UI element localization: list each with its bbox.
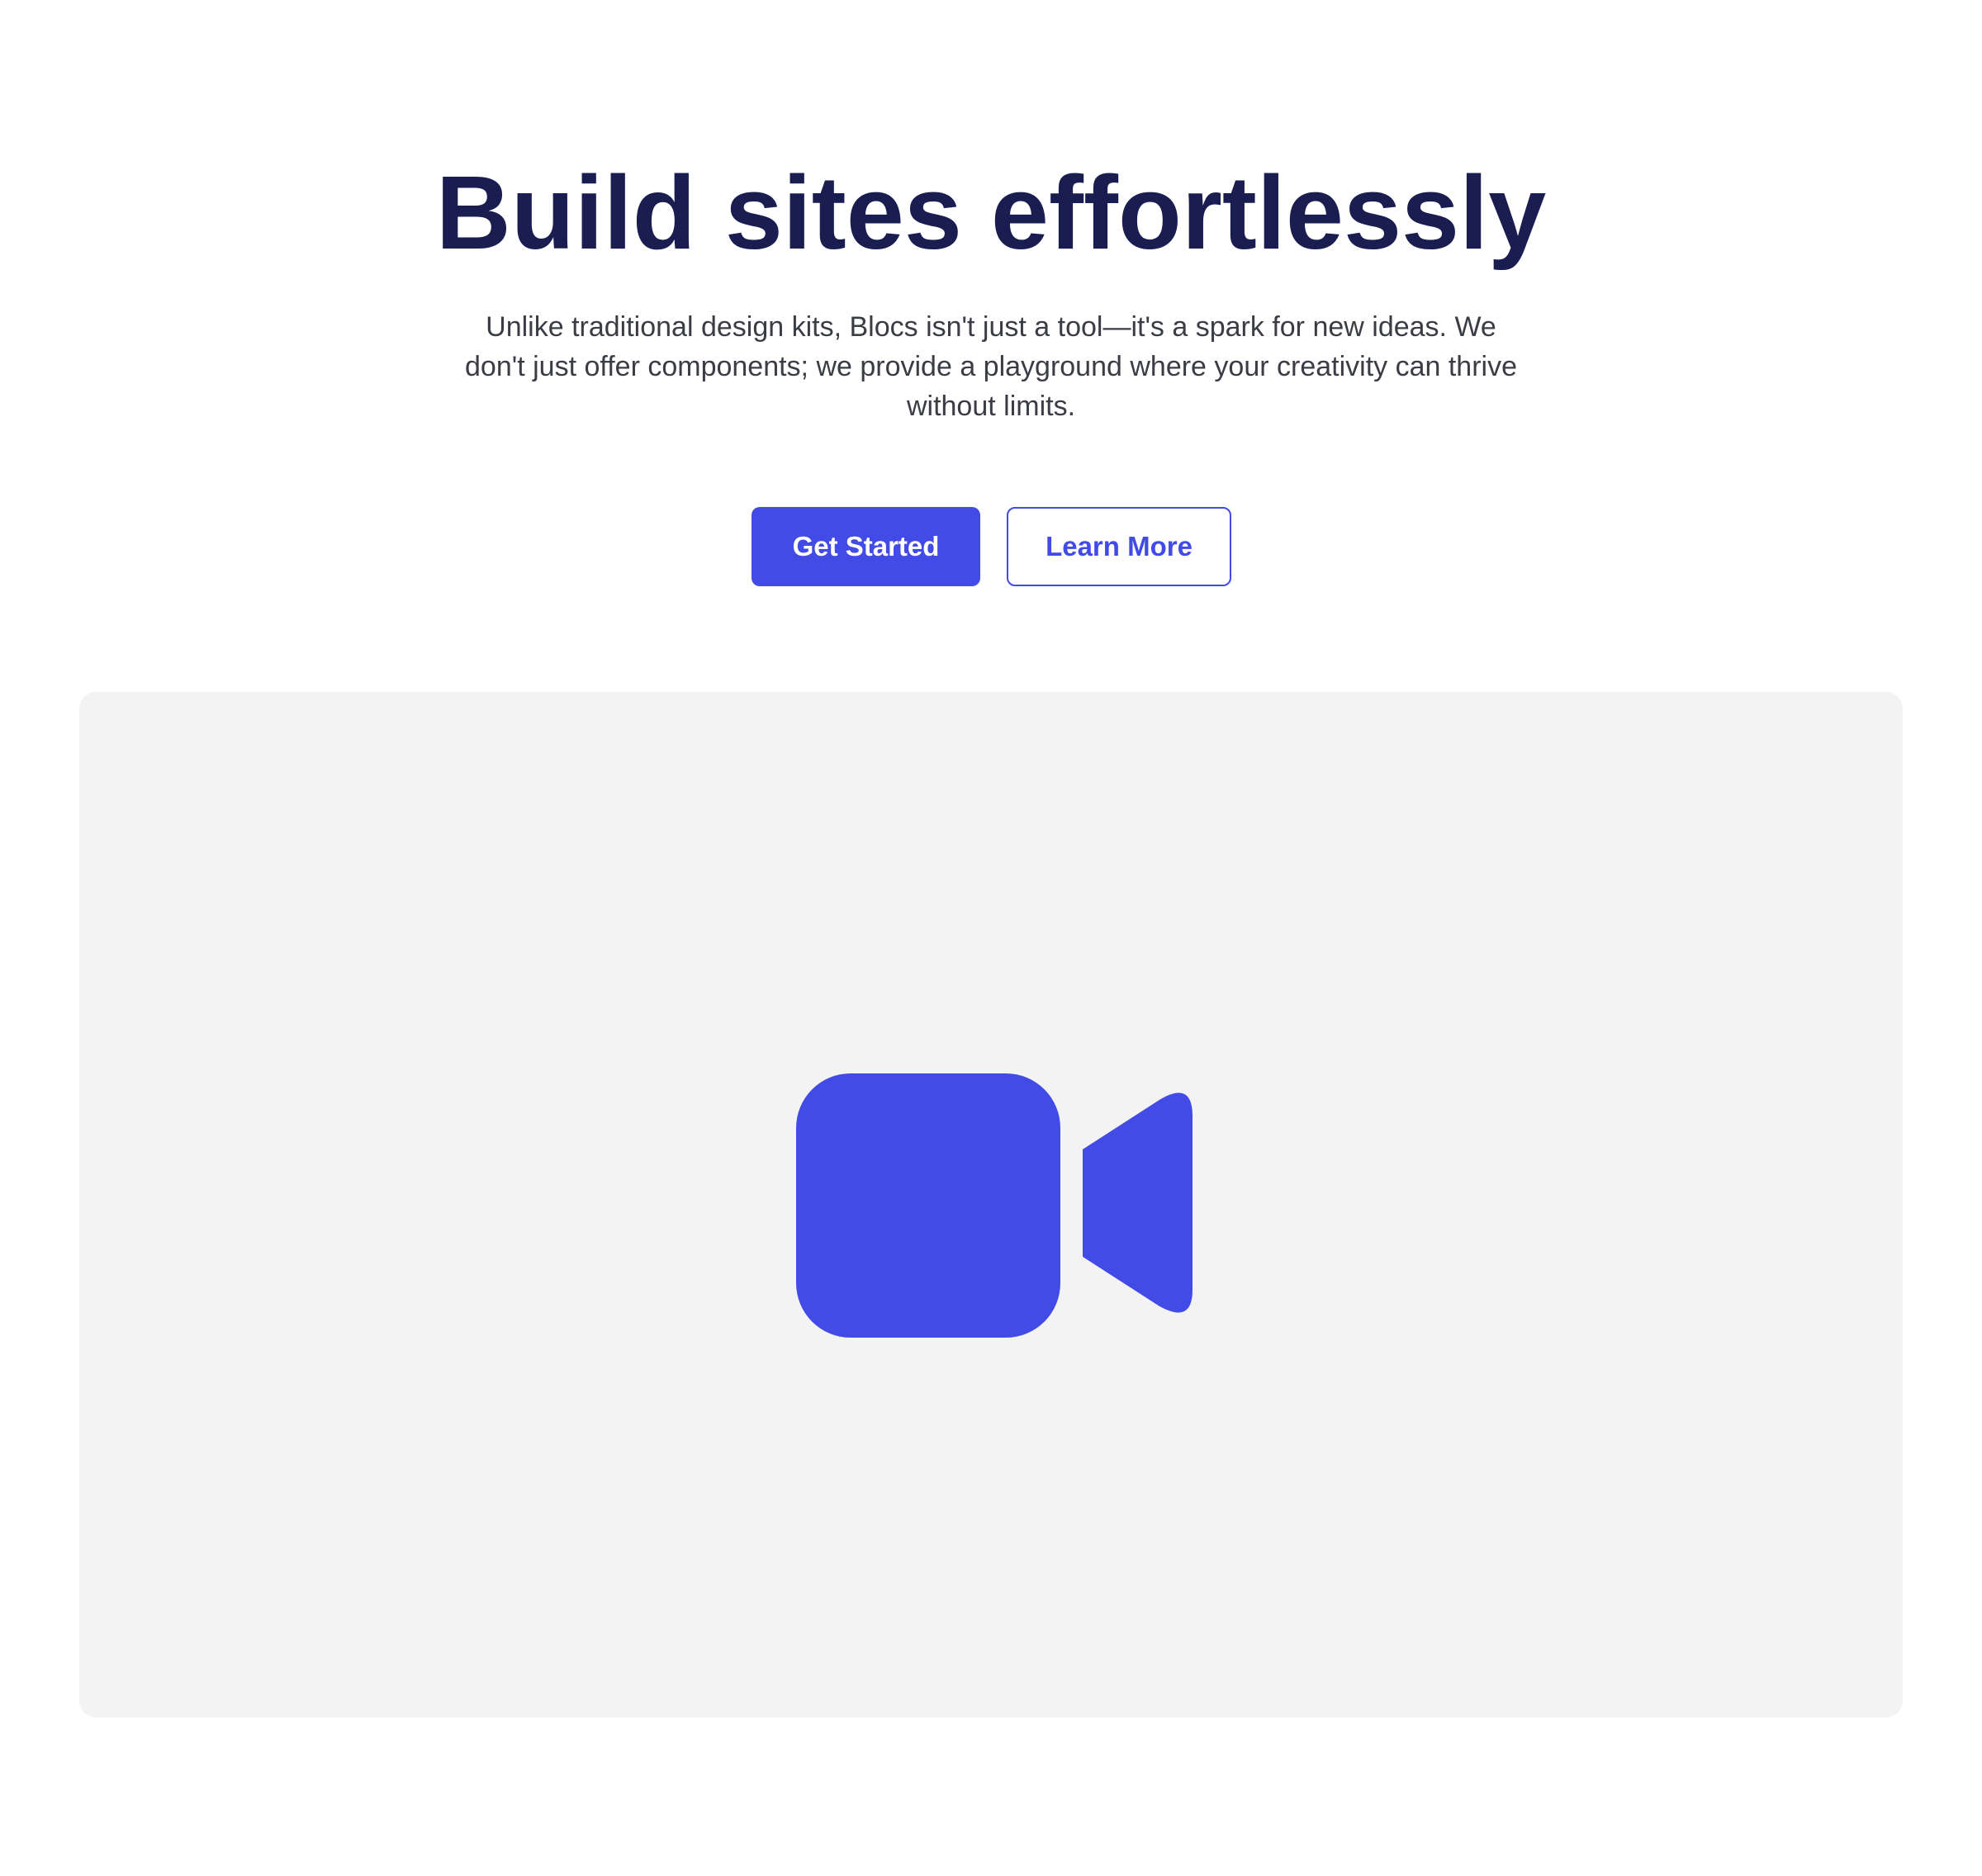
cta-group: Get Started Learn More — [0, 507, 1982, 586]
media-placeholder — [79, 692, 1903, 1717]
video-camera-icon — [796, 1073, 1193, 1338]
learn-more-button[interactable]: Learn More — [1007, 507, 1231, 586]
hero-subtitle: Unlike traditional design kits, Blocs is… — [465, 311, 1517, 422]
page-title: Build sites effortlessly — [435, 154, 1547, 271]
get-started-button[interactable]: Get Started — [752, 507, 980, 586]
